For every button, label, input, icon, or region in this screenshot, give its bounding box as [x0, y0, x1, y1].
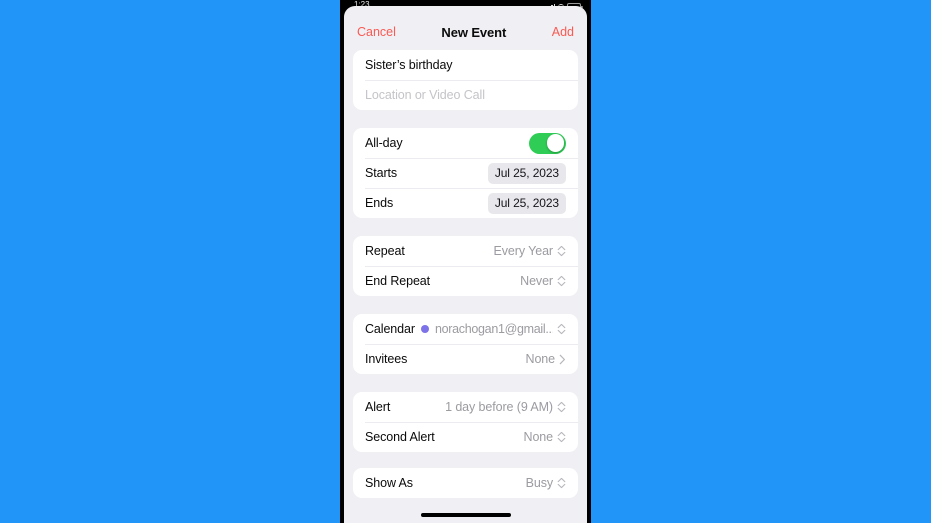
calendar-row[interactable]: Calendar norachogan1@gmail....	[353, 314, 578, 344]
repeat-label: Repeat	[365, 244, 405, 258]
second-alert-row[interactable]: Second Alert None	[353, 422, 578, 452]
end-repeat-value: Never	[520, 274, 553, 288]
home-indicator[interactable]	[420, 513, 511, 517]
all-day-toggle[interactable]	[529, 132, 566, 154]
show-as-row[interactable]: Show As Busy	[353, 468, 578, 498]
show-as-value-group[interactable]: Busy	[526, 476, 566, 490]
second-alert-value-group[interactable]: None	[524, 430, 566, 444]
page-title: New Event	[441, 24, 507, 40]
event-details-card: Sister’s birthday Location or Video Call	[353, 50, 578, 110]
event-title-row[interactable]: Sister’s birthday	[353, 50, 578, 80]
alert-value: 1 day before (9 AM)	[445, 400, 553, 414]
calendar-value: norachogan1@gmail....	[434, 322, 553, 336]
add-button[interactable]: Add	[552, 25, 574, 39]
calendar-color-dot-icon	[420, 325, 429, 333]
all-day-row[interactable]: All-day	[353, 128, 578, 158]
repeat-value-group[interactable]: Every Year	[494, 244, 566, 258]
all-day-label: All-day	[365, 136, 403, 150]
alert-row[interactable]: Alert 1 day before (9 AM)	[353, 392, 578, 422]
end-repeat-label: End Repeat	[365, 274, 431, 288]
event-title-input[interactable]: Sister’s birthday	[365, 58, 453, 72]
calendar-left-group: Calendar norachogan1@gmail....	[365, 322, 553, 336]
chevron-up-down-icon	[557, 477, 566, 489]
invitees-value-group[interactable]: None	[526, 352, 566, 366]
toggle-knob	[546, 134, 565, 152]
starts-row[interactable]: Starts Jul 25, 2023	[353, 158, 578, 188]
event-location-input[interactable]: Location or Video Call	[365, 88, 485, 102]
chevron-up-down-icon	[557, 431, 566, 443]
repeat-row[interactable]: Repeat Every Year	[353, 236, 578, 266]
event-location-row[interactable]: Location or Video Call	[353, 80, 578, 110]
alert-label: Alert	[365, 400, 391, 414]
show-as-label: Show As	[365, 476, 413, 490]
invitees-row[interactable]: Invitees None	[353, 344, 578, 374]
chevron-up-down-icon	[557, 401, 566, 413]
repeat-card: Repeat Every Year End Repeat Never	[353, 236, 578, 296]
new-event-sheet: Cancel New Event Add Sister’s birthday L…	[344, 6, 587, 523]
cancel-button[interactable]: Cancel	[357, 25, 396, 39]
chevron-up-down-icon	[557, 275, 566, 287]
repeat-value: Every Year	[493, 244, 554, 258]
invitees-value: None	[525, 352, 556, 366]
phone-frame: 1:23 Cancel New Event Add Sister’s birth…	[340, 0, 591, 523]
chevron-up-down-icon	[557, 245, 566, 257]
end-repeat-row[interactable]: End Repeat Never	[353, 266, 578, 296]
invitees-label: Invitees	[365, 352, 408, 366]
navigation-bar: Cancel New Event Add	[344, 6, 587, 50]
ends-date-button[interactable]: Jul 25, 2023	[487, 192, 566, 214]
starts-label: Starts	[365, 166, 398, 180]
chevron-right-icon	[559, 354, 565, 364]
chevron-up-down-icon	[557, 323, 566, 335]
alert-value-group[interactable]: 1 day before (9 AM)	[445, 400, 566, 414]
calendar-card: Calendar norachogan1@gmail.... Invitees …	[353, 314, 578, 374]
alerts-card: Alert 1 day before (9 AM) Second Alert N…	[353, 392, 578, 452]
second-alert-value: None	[523, 430, 554, 444]
end-repeat-value-group[interactable]: Never	[520, 274, 566, 288]
availability-card: Show As Busy	[353, 468, 578, 498]
second-alert-label: Second Alert	[365, 430, 435, 444]
calendar-label: Calendar	[365, 322, 415, 336]
schedule-card: All-day Starts Jul 25, 2023 Ends Jul 25,…	[353, 128, 578, 218]
ends-label: Ends	[365, 196, 394, 210]
ends-row[interactable]: Ends Jul 25, 2023	[353, 188, 578, 218]
show-as-value: Busy	[525, 476, 553, 490]
starts-date-button[interactable]: Jul 25, 2023	[487, 162, 566, 184]
